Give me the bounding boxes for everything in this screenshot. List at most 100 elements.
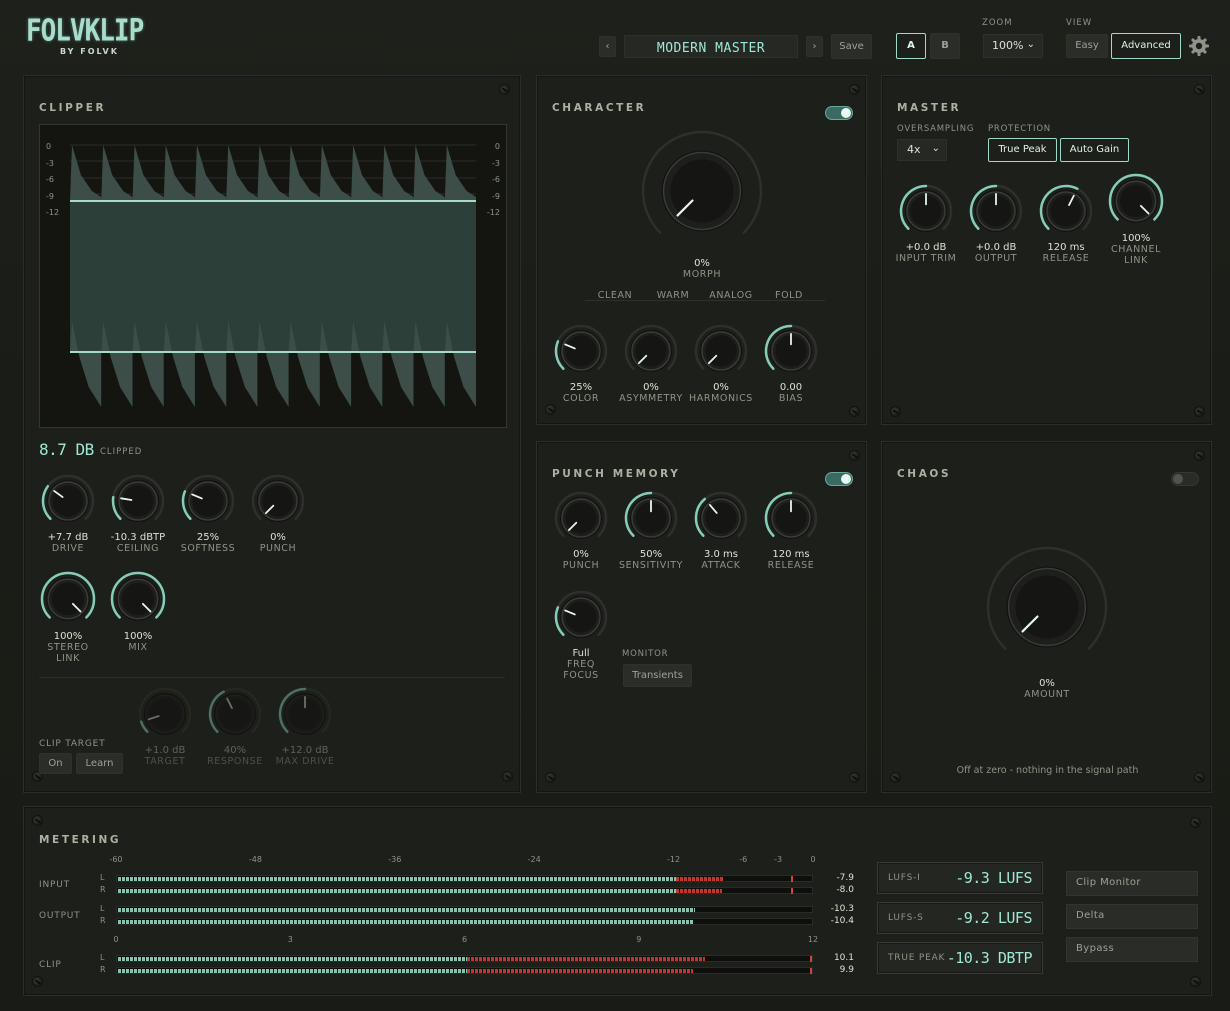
punch-release-knob[interactable] [763,490,819,546]
clipper-ceiling-knob[interactable] [110,473,166,529]
preset-name: MODERN MASTER [656,41,766,56]
character-bias-label: BIAS [778,393,804,404]
preset-display[interactable]: MODERN MASTER [624,35,798,58]
metering-title: METERING [39,834,122,846]
chaos-enable-toggle[interactable] [1171,472,1199,486]
input-label: INPUT [39,880,70,890]
clip-target-max-drive-knob[interactable] [277,686,333,742]
meter-readout: 9.9 [839,965,854,975]
meter-fill [118,957,467,961]
meter-bar [116,955,813,962]
db-tick: -3 [774,855,783,864]
prev-preset-button[interactable]: ‹ [599,36,616,57]
delta-button[interactable]: Delta [1066,904,1198,929]
clip-target-learn-button[interactable]: Learn [76,753,123,774]
master-release-knob[interactable] [1038,183,1094,239]
mode-fold[interactable]: FOLD [759,290,819,301]
clip-target-response-knob[interactable] [207,686,263,742]
meter-fill-clip [466,957,705,961]
zoom-label: ZOOM [982,18,1013,28]
character-enable-toggle[interactable] [825,106,853,120]
settings-button[interactable] [1187,34,1211,58]
true-peak-value: -10.3 DBTP [946,949,1033,967]
meter-bar [116,906,813,913]
db-tick: -36 [388,855,402,864]
next-preset-button[interactable]: › [806,36,823,57]
master-channel-knob[interactable] [1107,172,1165,230]
clipped-label: CLIPPED [100,447,143,457]
meter-bar [116,875,813,882]
character-harmonics-knob[interactable] [693,323,749,379]
punch-punch-knob[interactable] [553,490,609,546]
meter-fill-clip [675,889,723,893]
scale-tick: 0 [46,142,52,151]
true-peak-display: TRUE PEAK -10.3 DBTP [877,942,1043,974]
lufs-s-value: -9.2 LUFS [955,909,1032,927]
character-color-knob[interactable] [553,323,609,379]
clipper-punch-value: 0% [270,532,286,543]
clipper-punch-knob[interactable] [250,473,306,529]
clip-monitor-button[interactable]: Clip Monitor [1066,871,1198,896]
freq-focus-knob[interactable] [553,589,609,645]
bypass-button[interactable]: Bypass [1066,937,1198,962]
punch-attack-knob[interactable] [693,490,749,546]
channel-label: L [100,873,105,882]
true-peak-button[interactable]: True Peak [988,138,1057,162]
zoom-select[interactable]: 100% ⌄ [983,34,1043,58]
punch-release-value: 120 ms [772,549,810,560]
master-channel-value: 100% [1121,233,1151,244]
db-tick: -48 [248,855,262,864]
peak-hold [810,968,812,974]
clipped-amount: 8.7 DB [39,440,94,459]
clipper-punch-label: PUNCH [259,543,297,554]
freq-focus-label: FREQ [567,659,595,670]
chevron-down-icon: ⌄ [1026,39,1035,50]
punch-memory-enable-toggle[interactable] [825,472,853,486]
scale-tick: -6 [46,175,54,184]
meter-fill [118,969,467,973]
clipper-mix-value: 100% [123,631,153,642]
lufs-s-label: LUFS-S [888,913,924,923]
monitor-transients-button[interactable]: Transients [623,664,692,687]
master-output-knob[interactable] [968,183,1024,239]
clipper-stereo-link-knob[interactable] [39,570,97,628]
mode-analog[interactable]: ANALOG [701,290,761,301]
mode-clean[interactable]: CLEAN [585,290,645,301]
save-button[interactable]: Save [831,34,872,59]
scale-tick: -9 [46,191,54,201]
ab-b-button[interactable]: B [930,33,960,59]
clip-tick: 6 [461,935,468,944]
clipper-mix-knob[interactable] [109,570,167,628]
meter-fill [118,920,695,924]
lufs-i-display: LUFS-I -9.3 LUFS [877,862,1043,894]
mode-warm[interactable]: WARM [643,290,703,301]
character-asymmetry-knob[interactable] [623,323,679,379]
chaos-amount-label: AMOUNT [1024,689,1070,700]
clip-target-max-drive-label: MAX DRIVE [275,756,335,767]
master-channel-label: CHANNEL [1111,244,1161,255]
character-bias-knob[interactable] [763,323,819,379]
clip-target-target-knob[interactable] [137,686,193,742]
punch-sensitivity-knob[interactable] [623,490,679,546]
scale-tick: -3 [46,158,54,168]
master-input-trim-knob[interactable] [898,183,954,239]
db-tick: -24 [527,855,541,864]
meter-readout: -10.4 [830,916,854,926]
punch-release-label: RELEASE [767,560,815,571]
clip-target-max-drive-value: +12.0 dB [281,745,329,756]
clipper-drive-knob[interactable] [40,473,96,529]
view-advanced-button[interactable]: Advanced [1111,33,1181,59]
meter-bar [116,918,813,925]
ab-a-button[interactable]: A [896,33,926,59]
oversampling-select[interactable]: 4x ⌄ [897,139,947,161]
chaos-amount-knob[interactable] [985,545,1109,669]
channel-label: R [100,885,106,894]
clip-target-on-button[interactable]: On [39,753,72,774]
view-easy-button[interactable]: Easy [1066,34,1108,58]
lufs-i-label: LUFS-I [888,873,921,883]
morph-knob[interactable] [640,129,764,253]
clipper-softness-knob[interactable] [180,473,236,529]
chaos-amount-value: 0% [1039,678,1055,689]
chaos-title: CHAOS [897,468,952,480]
auto-gain-button[interactable]: Auto Gain [1060,138,1129,162]
